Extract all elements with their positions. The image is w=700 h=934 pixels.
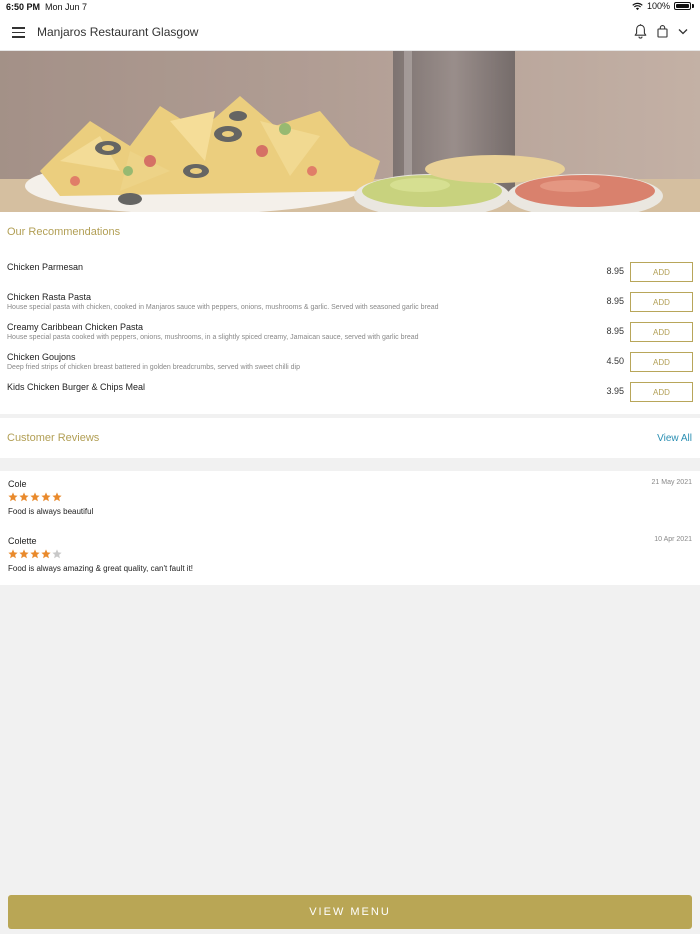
recommendation-item: Chicken Rasta Pasta House special pasta … — [7, 292, 693, 316]
restaurant-title: Manjaros Restaurant Glasgow — [37, 25, 199, 39]
hero-food-image — [0, 51, 700, 212]
review-date: 21 May 2021 — [651, 479, 692, 486]
top-navigation-bar: Manjaros Restaurant Glasgow — [0, 14, 700, 51]
view-menu-button[interactable]: VIEW MENU — [8, 895, 692, 929]
wifi-icon — [632, 2, 643, 10]
add-button[interactable]: ADD — [630, 292, 693, 312]
reviews-title: Customer Reviews — [7, 432, 100, 444]
add-button[interactable]: ADD — [630, 322, 693, 342]
bell-icon[interactable] — [634, 24, 647, 39]
star-icon — [30, 549, 40, 559]
recommendation-item: Creamy Caribbean Chicken Pasta House spe… — [7, 322, 693, 346]
star-icon — [52, 549, 62, 559]
review-text: Food is always amazing & great quality, … — [8, 564, 194, 573]
recommendation-item: Kids Chicken Burger & Chips Meal 3.95 AD… — [7, 382, 693, 406]
item-price: 4.50 — [606, 356, 624, 366]
item-price: 3.95 — [606, 386, 624, 396]
add-button[interactable]: ADD — [630, 352, 693, 372]
item-name: Chicken Parmesan — [7, 262, 84, 272]
star-rating — [8, 549, 62, 559]
item-description: Deep fried strips of chicken breast batt… — [7, 364, 300, 371]
battery-icon — [674, 2, 691, 10]
status-right: 100% — [632, 1, 694, 11]
item-price: 8.95 — [606, 266, 624, 276]
star-icon — [19, 492, 29, 502]
item-price: 8.95 — [606, 296, 624, 306]
add-button[interactable]: ADD — [630, 382, 693, 402]
star-icon — [8, 492, 18, 502]
star-icon — [41, 492, 51, 502]
star-rating — [8, 492, 62, 502]
recommendations-section: Our Recommendations Chicken Parmesan 8.9… — [0, 212, 700, 414]
recommendations-title: Our Recommendations — [7, 226, 121, 238]
recommendation-item: Chicken Goujons Deep fried strips of chi… — [7, 352, 693, 376]
item-description: House special pasta with chicken, cooked… — [7, 304, 439, 311]
item-description: House special pasta cooked with peppers,… — [7, 334, 419, 341]
item-name: Chicken Goujons — [7, 352, 76, 362]
item-name: Kids Chicken Burger & Chips Meal — [7, 382, 146, 392]
item-name: Chicken Rasta Pasta — [7, 292, 92, 302]
star-icon — [19, 549, 29, 559]
star-icon — [30, 492, 40, 502]
menu-icon[interactable] — [12, 27, 25, 38]
item-price: 8.95 — [606, 326, 624, 336]
add-button[interactable]: ADD — [630, 262, 693, 282]
review-date: 10 Apr 2021 — [654, 536, 692, 543]
review-item: Cole 21 May 2021 Food is always beautifu… — [8, 479, 692, 527]
nav-actions — [634, 24, 688, 39]
status-bar: 6:50 PM Mon Jun 7 100% — [0, 0, 700, 14]
star-icon — [8, 549, 18, 559]
star-icon — [41, 549, 51, 559]
reviews-list: Cole 21 May 2021 Food is always beautifu… — [0, 471, 700, 585]
reviews-header: Customer Reviews View All — [0, 418, 700, 458]
view-all-link[interactable]: View All — [657, 433, 692, 444]
status-time: 6:50 PM — [6, 2, 41, 12]
status-date: Mon Jun 7 — [45, 2, 88, 12]
battery-percent: 100% — [646, 1, 670, 11]
star-icon — [52, 492, 62, 502]
item-name: Creamy Caribbean Chicken Pasta — [7, 322, 144, 332]
review-item: Colette 10 Apr 2021 Food is always amazi… — [8, 536, 692, 584]
bag-icon[interactable] — [657, 25, 668, 38]
reviewer-name: Colette — [8, 536, 37, 546]
review-text: Food is always beautiful — [8, 507, 94, 516]
reviewer-name: Cole — [8, 479, 27, 489]
recommendation-item: Chicken Parmesan 8.95 ADD — [7, 262, 693, 286]
chevron-down-icon[interactable] — [678, 28, 688, 35]
battery-tip — [692, 4, 694, 8]
